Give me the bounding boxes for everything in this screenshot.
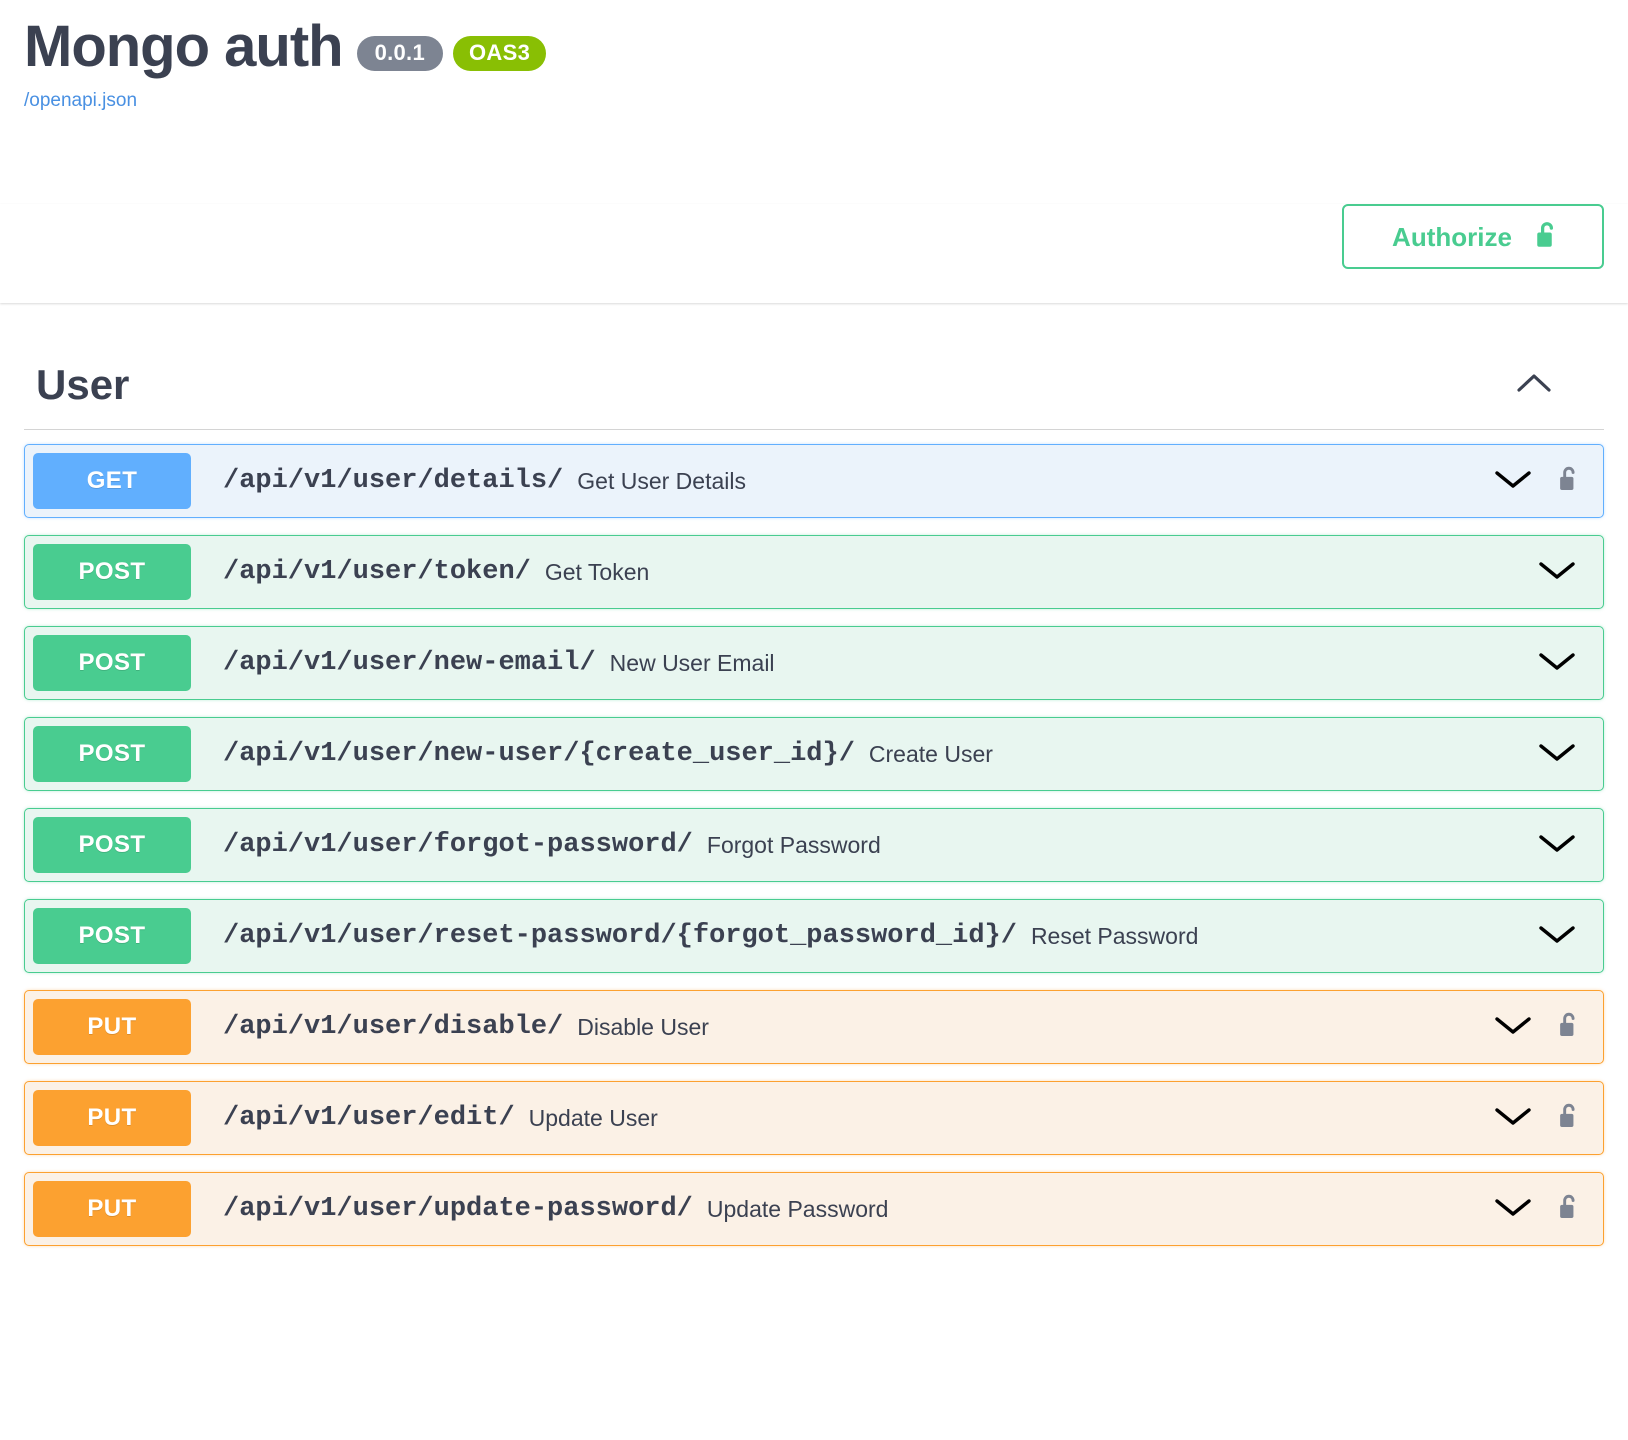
operation-summary: Disable User (577, 1013, 709, 1040)
chevron-down-icon[interactable] (1493, 467, 1533, 496)
operation-controls (1537, 558, 1603, 587)
lock-closed-icon[interactable] (1557, 465, 1581, 498)
operations-list: GET/api/v1/user/details/Get User Details… (24, 444, 1604, 1246)
operation-path: /api/v1/user/details/ (223, 466, 564, 496)
operation-row-put-7[interactable]: PUT/api/v1/user/edit/Update User (24, 1081, 1604, 1155)
chevron-down-icon[interactable] (1537, 922, 1577, 951)
operation-controls (1493, 1011, 1603, 1044)
operation-path: /api/v1/user/disable/ (223, 1012, 564, 1042)
operation-summary: Get User Details (577, 467, 746, 494)
operation-controls (1537, 740, 1603, 769)
operation-summary: Reset Password (1030, 922, 1199, 949)
operation-row-put-8[interactable]: PUT/api/v1/user/update-password/Update P… (24, 1172, 1604, 1246)
auth-wrapper: Authorize (24, 204, 1604, 269)
openapi-spec-link[interactable]: /openapi.json (24, 90, 137, 112)
title-row: Mongo auth 0.0.1 OAS3 (24, 18, 1604, 76)
operation-controls (1493, 465, 1603, 498)
page-title: Mongo auth (24, 14, 344, 79)
operation-path: /api/v1/user/reset-password/{forgot_pass… (223, 921, 1017, 951)
chevron-down-icon[interactable] (1537, 740, 1577, 769)
lock-closed-icon[interactable] (1557, 1193, 1581, 1226)
operation-row-get-0[interactable]: GET/api/v1/user/details/Get User Details (24, 444, 1604, 518)
method-badge: PUT (33, 999, 191, 1055)
operation-controls (1537, 649, 1603, 678)
operation-summary: Get Token (544, 558, 650, 585)
chevron-down-icon[interactable] (1493, 1104, 1533, 1133)
chevron-down-icon[interactable] (1537, 831, 1577, 860)
operation-path: /api/v1/user/new-user/{create_user_id}/ (223, 739, 855, 769)
chevron-down-icon[interactable] (1493, 1195, 1533, 1224)
title-badges: 0.0.1 OAS3 (356, 36, 547, 71)
lock-closed-icon[interactable] (1557, 1102, 1581, 1135)
operation-row-post-5[interactable]: POST/api/v1/user/reset-password/{forgot_… (24, 899, 1604, 973)
method-badge: POST (33, 817, 191, 873)
lock-closed-icon[interactable] (1557, 1011, 1581, 1044)
operation-controls (1493, 1102, 1603, 1135)
method-badge: POST (33, 726, 191, 782)
oas-version-badge: OAS3 (453, 36, 547, 71)
tag-header-user[interactable]: User (24, 343, 1604, 430)
scheme-container: Authorize (0, 204, 1628, 303)
chevron-down-icon[interactable] (1537, 558, 1577, 587)
method-badge: PUT (33, 1181, 191, 1237)
operation-path: /api/v1/user/update-password/ (223, 1194, 693, 1224)
method-badge: POST (33, 635, 191, 691)
method-badge: GET (33, 453, 191, 509)
bottom-spacer (24, 1263, 1604, 1303)
operation-summary: Update Password (706, 1195, 889, 1222)
operation-controls (1493, 1193, 1603, 1226)
tag-title: User (36, 361, 130, 408)
method-badge: POST (33, 908, 191, 964)
authorize-button[interactable]: Authorize (1342, 204, 1604, 269)
operation-path: /api/v1/user/edit/ (223, 1103, 515, 1133)
operations-wrapper: User GET/api/v1/user/details/Get User De… (0, 343, 1628, 1303)
operation-row-post-4[interactable]: POST/api/v1/user/forgot-password/Forgot … (24, 808, 1604, 882)
version-badge: 0.0.1 (356, 36, 444, 71)
operation-row-put-6[interactable]: PUT/api/v1/user/disable/Disable User (24, 990, 1604, 1064)
chevron-down-icon[interactable] (1493, 1013, 1533, 1042)
operation-row-post-2[interactable]: POST/api/v1/user/new-email/New User Emai… (24, 626, 1604, 700)
method-badge: POST (33, 544, 191, 600)
operation-row-post-1[interactable]: POST/api/v1/user/token/Get Token (24, 535, 1604, 609)
operation-path: /api/v1/user/token/ (223, 557, 531, 587)
operation-summary: Update User (528, 1104, 658, 1131)
method-badge: PUT (33, 1090, 191, 1146)
operation-row-post-3[interactable]: POST/api/v1/user/new-user/{create_user_i… (24, 717, 1604, 791)
authorize-button-label: Authorize (1392, 221, 1512, 252)
operation-summary: New User Email (609, 649, 775, 676)
operation-summary: Forgot Password (706, 831, 881, 858)
lock-open-icon (1534, 220, 1560, 253)
operation-path: /api/v1/user/new-email/ (223, 648, 596, 678)
chevron-down-icon[interactable] (1537, 649, 1577, 678)
api-information-header: Mongo auth 0.0.1 OAS3 /openapi.json (0, 0, 1628, 112)
operation-controls (1537, 831, 1603, 860)
chevron-up-icon[interactable] (1516, 372, 1552, 394)
tag-section-user: User GET/api/v1/user/details/Get User De… (24, 343, 1604, 1246)
operation-summary: Create User (868, 740, 993, 767)
operation-path: /api/v1/user/forgot-password/ (223, 830, 693, 860)
operation-controls (1537, 922, 1603, 951)
